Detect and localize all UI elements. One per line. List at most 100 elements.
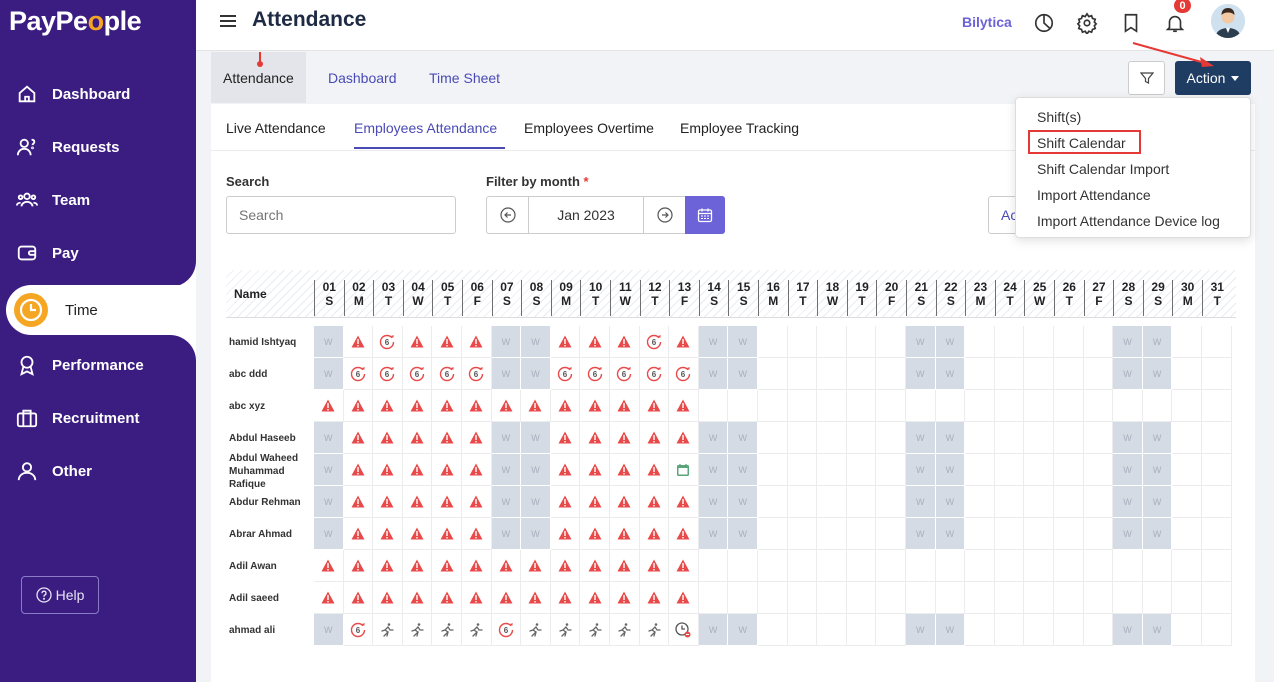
day-cell[interactable] [491, 550, 522, 582]
day-cell[interactable] [373, 390, 403, 422]
day-cell[interactable] [550, 486, 581, 518]
day-cell[interactable] [580, 518, 610, 550]
day-cell[interactable] [994, 454, 1025, 486]
calendar-button[interactable] [685, 196, 725, 234]
day-cell[interactable]: W [1113, 454, 1143, 486]
day-cell[interactable]: W [728, 486, 758, 518]
day-cell[interactable] [876, 422, 906, 454]
day-cell[interactable] [787, 550, 818, 582]
day-cell[interactable] [580, 550, 610, 582]
day-cell[interactable]: W [521, 422, 551, 454]
day-cell[interactable] [432, 454, 462, 486]
day-cell[interactable] [876, 582, 906, 614]
day-cell[interactable] [994, 390, 1025, 422]
day-cell[interactable] [610, 326, 640, 358]
table-row[interactable]: hamid Ishtyaq W 6 W W 6 W W W W W W [226, 326, 1236, 358]
bookmark-icon[interactable] [1120, 12, 1142, 34]
day-cell[interactable] [876, 454, 906, 486]
day-cell[interactable] [1113, 550, 1143, 582]
bell-icon[interactable] [1164, 12, 1186, 34]
day-cell[interactable] [343, 582, 374, 614]
day-cell[interactable]: W [935, 326, 966, 358]
menu-item-shift-calendar-import[interactable]: Shift Calendar Import [1037, 161, 1169, 177]
day-cell[interactable] [1142, 582, 1173, 614]
day-cell[interactable] [1202, 422, 1232, 454]
day-cell[interactable] [402, 422, 433, 454]
day-cell[interactable]: W [906, 326, 936, 358]
day-cell[interactable]: W [906, 358, 936, 390]
day-cell[interactable] [846, 358, 877, 390]
day-cell[interactable] [906, 390, 936, 422]
table-row[interactable]: Adil saeed [226, 582, 1236, 614]
day-cell[interactable] [610, 518, 640, 550]
day-cell[interactable]: W [521, 358, 551, 390]
day-cell[interactable] [432, 486, 462, 518]
day-cell[interactable] [550, 550, 581, 582]
table-row[interactable]: ahmad ali W 6 6 W W W W W W [226, 614, 1236, 646]
day-cell[interactable] [846, 550, 877, 582]
day-cell[interactable] [1202, 326, 1232, 358]
day-cell[interactable]: 6 [343, 614, 374, 646]
day-cell[interactable]: W [1113, 614, 1143, 646]
day-cell[interactable] [1202, 582, 1232, 614]
day-cell[interactable] [432, 390, 462, 422]
day-cell[interactable]: W [491, 358, 522, 390]
day-cell[interactable] [432, 518, 462, 550]
day-cell[interactable]: W [728, 614, 758, 646]
day-cell[interactable] [610, 550, 640, 582]
day-cell[interactable] [343, 550, 374, 582]
day-cell[interactable]: W [1113, 326, 1143, 358]
table-row[interactable]: Abrar Ahmad W W W W W W W W W [226, 518, 1236, 550]
day-cell[interactable] [965, 486, 995, 518]
day-cell[interactable] [817, 486, 847, 518]
tab-employee-tracking[interactable]: Employee Tracking [680, 120, 799, 136]
day-cell[interactable] [1172, 454, 1202, 486]
day-cell[interactable]: W [314, 326, 344, 358]
day-cell[interactable] [639, 454, 670, 486]
day-cell[interactable]: W [906, 454, 936, 486]
sidebar-item-other[interactable]: Other [0, 446, 196, 496]
day-cell[interactable] [610, 454, 640, 486]
day-cell[interactable] [787, 518, 818, 550]
table-row[interactable]: Abdul Waheed Muhammad Rafique W W W W W W W W W [226, 453, 1236, 490]
day-cell[interactable] [817, 358, 847, 390]
day-cell[interactable] [876, 550, 906, 582]
day-cell[interactable] [432, 326, 462, 358]
day-cell[interactable]: 6 [373, 326, 403, 358]
day-cell[interactable] [787, 390, 818, 422]
day-cell[interactable]: 6 [639, 326, 670, 358]
employee-name[interactable]: abc xyz [229, 400, 313, 413]
next-month-button[interactable] [644, 197, 686, 233]
day-cell[interactable]: W [698, 326, 729, 358]
table-row[interactable]: Abdur Rehman W W W W W W W W W [226, 486, 1236, 518]
day-cell[interactable] [758, 518, 788, 550]
day-cell[interactable] [550, 390, 581, 422]
day-cell[interactable] [610, 486, 640, 518]
day-cell[interactable] [876, 486, 906, 518]
day-cell[interactable] [1024, 518, 1054, 550]
day-cell[interactable] [1024, 454, 1054, 486]
day-cell[interactable] [758, 390, 788, 422]
day-cell[interactable] [432, 614, 462, 646]
day-cell[interactable]: W [491, 486, 522, 518]
day-cell[interactable]: W [1142, 614, 1173, 646]
day-cell[interactable] [1024, 326, 1054, 358]
day-cell[interactable] [1172, 550, 1202, 582]
day-cell[interactable]: W [314, 358, 344, 390]
day-cell[interactable] [1054, 582, 1084, 614]
day-cell[interactable]: 6 [639, 358, 670, 390]
day-cell[interactable]: W [1142, 486, 1173, 518]
employee-name[interactable]: Abdul Haseeb [229, 432, 313, 445]
day-cell[interactable]: W [521, 454, 551, 486]
day-cell[interactable] [1083, 550, 1114, 582]
menu-item-import-device-log[interactable]: Import Attendance Device log [1037, 213, 1220, 229]
day-cell[interactable]: W [906, 518, 936, 550]
day-cell[interactable] [639, 614, 670, 646]
day-cell[interactable]: W [1142, 518, 1173, 550]
day-cell[interactable] [758, 358, 788, 390]
day-cell[interactable] [580, 422, 610, 454]
day-cell[interactable] [876, 614, 906, 646]
employee-name[interactable]: ahmad ali [229, 624, 313, 637]
prev-month-button[interactable] [487, 197, 529, 233]
day-cell[interactable] [343, 422, 374, 454]
